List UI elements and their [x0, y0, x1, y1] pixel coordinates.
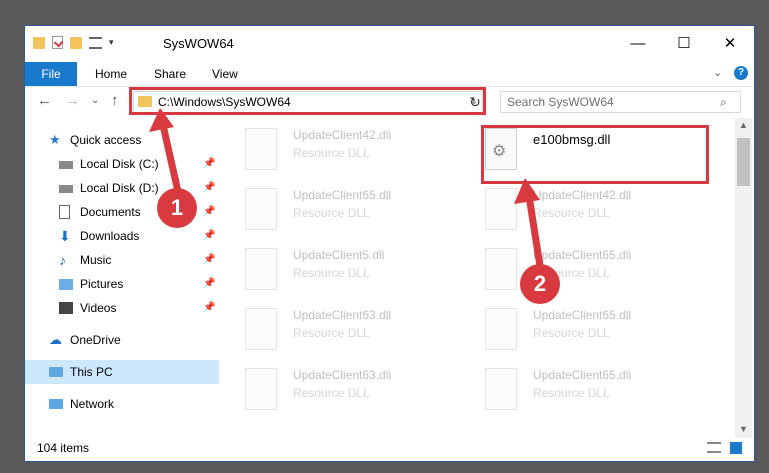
annotation-arrows — [149, 108, 544, 267]
annotation-badge-1: 1 — [157, 188, 197, 228]
annotation-badge-2: 2 — [520, 264, 560, 304]
arrow-1-head — [149, 108, 174, 132]
arrow-1-shaft — [159, 124, 183, 197]
arrow-2-shaft — [525, 195, 544, 267]
arrow-2-head — [514, 178, 540, 204]
